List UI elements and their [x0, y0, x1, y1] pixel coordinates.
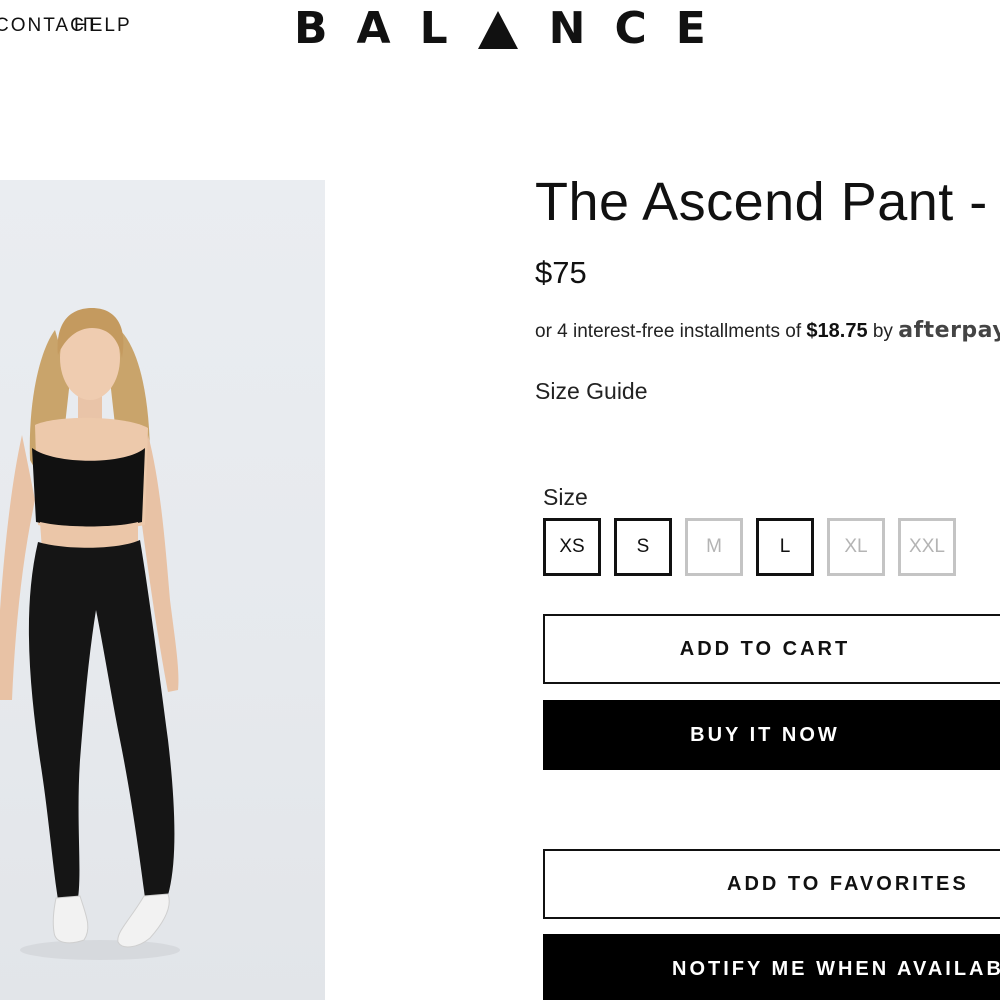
add-to-favorites-label: ADD TO FAVORITES — [727, 872, 969, 895]
add-to-favorites-button[interactable]: ADD TO FAVORITES — [543, 849, 1000, 919]
logo-text-right: NCE — [548, 3, 735, 54]
size-option-xs[interactable]: XS — [543, 518, 601, 576]
brand-logo[interactable]: BAL NCE — [294, 3, 706, 55]
product-page: CONTACT HELP BAL NCE The Ascend Pant - $… — [0, 0, 1000, 1000]
notify-me-button[interactable]: NOTIFY ME WHEN AVAILABLE — [543, 934, 1000, 1000]
size-label: Size — [543, 484, 588, 510]
triangle-logo-icon — [477, 11, 518, 49]
nav-help-link[interactable]: HELP — [74, 15, 132, 37]
installment-amount: $18.75 — [806, 320, 868, 342]
installments-text: or 4 interest-free installments of — [535, 321, 802, 342]
installments-by: by — [872, 321, 893, 342]
size-option-s[interactable]: S — [614, 518, 672, 576]
logo-text-left: BAL — [294, 3, 477, 54]
product-title: The Ascend Pant - Black — [535, 172, 1000, 232]
size-option-l[interactable]: L — [756, 518, 814, 576]
model-photo — [0, 308, 180, 960]
size-selector: XS S M L XL XXL — [543, 518, 956, 576]
afterpay-logo[interactable]: afterpay — [898, 318, 1000, 343]
size-option-xxl[interactable]: XXL — [898, 518, 956, 576]
size-option-xl[interactable]: XL — [827, 518, 885, 576]
notify-me-label: NOTIFY ME WHEN AVAILABLE — [672, 957, 1000, 980]
buy-it-now-button[interactable]: BUY IT NOW — [543, 700, 1000, 770]
size-option-m[interactable]: M — [685, 518, 743, 576]
afterpay-installments: or 4 interest-free installments of $18.7… — [535, 318, 1000, 343]
size-guide-link[interactable]: Size Guide — [535, 378, 648, 405]
add-to-cart-button[interactable]: ADD TO CART — [543, 614, 1000, 684]
product-price: $75 — [535, 255, 587, 290]
buy-it-now-label: BUY IT NOW — [690, 723, 840, 746]
product-image[interactable] — [0, 180, 325, 1000]
add-to-cart-label: ADD TO CART — [679, 637, 851, 660]
